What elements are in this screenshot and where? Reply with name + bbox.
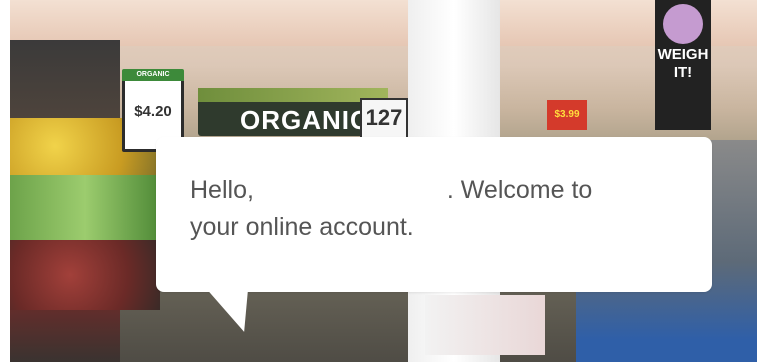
price-tag-value: $4.20 <box>134 103 172 120</box>
welcome-line2: your online account. <box>190 213 414 241</box>
red-price-sign: $3.99 <box>547 100 587 130</box>
weigh-it-sign: WEIGH IT! <box>655 0 711 130</box>
product-boxes <box>425 295 545 355</box>
weigh-sign-line1: WEIGH <box>657 46 709 63</box>
weigh-sign-line2: IT! <box>673 64 693 81</box>
price-tag-header: ORGANIC <box>122 69 184 81</box>
greeting-text: Hello, <box>190 176 254 204</box>
weigh-sign-logo-icon <box>663 4 703 44</box>
aisle-number: 127 <box>360 98 408 140</box>
greens-display <box>10 175 160 245</box>
red-produce-display <box>10 240 160 310</box>
ceiling <box>10 0 757 46</box>
welcome-message: Hello, . Welcome to your online account. <box>190 172 690 246</box>
welcome-suffix: . Welcome to <box>446 176 593 204</box>
welcome-hero: ORGANICS 127 ORGANIC $4.20 WEIGH IT! $3.… <box>0 0 765 362</box>
user-name <box>261 179 447 203</box>
